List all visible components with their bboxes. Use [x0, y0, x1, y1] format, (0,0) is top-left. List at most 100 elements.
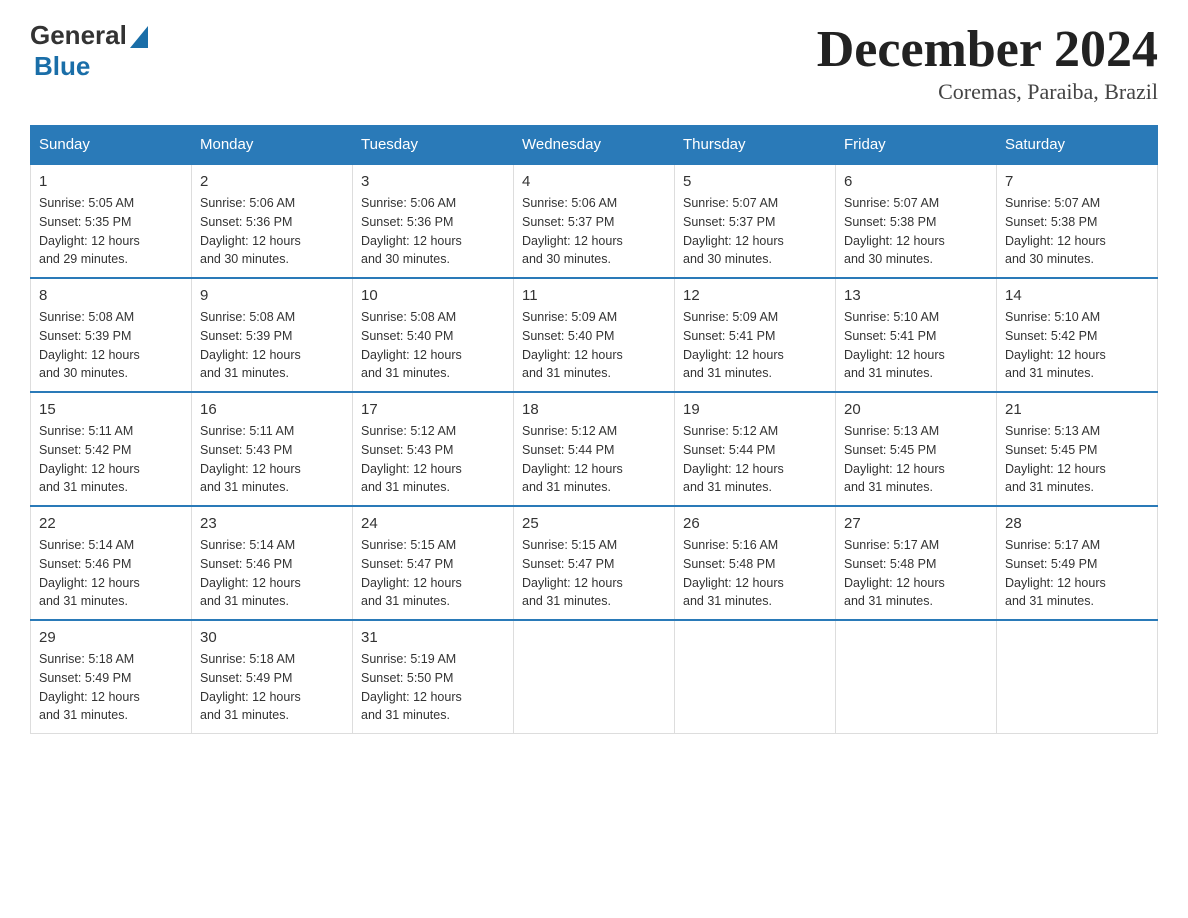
calendar-cell: 4 Sunrise: 5:06 AMSunset: 5:37 PMDayligh… [514, 164, 675, 278]
column-header-thursday: Thursday [675, 126, 836, 165]
day-info: Sunrise: 5:09 AMSunset: 5:41 PMDaylight:… [683, 308, 827, 383]
calendar-header-row: SundayMondayTuesdayWednesdayThursdayFrid… [31, 126, 1158, 165]
calendar-cell: 26 Sunrise: 5:16 AMSunset: 5:48 PMDaylig… [675, 506, 836, 620]
logo-general-text: General [30, 20, 127, 51]
calendar-cell: 15 Sunrise: 5:11 AMSunset: 5:42 PMDaylig… [31, 392, 192, 506]
calendar-cell [675, 620, 836, 734]
day-number: 21 [1005, 401, 1149, 418]
day-number: 4 [522, 173, 666, 190]
day-info: Sunrise: 5:12 AMSunset: 5:44 PMDaylight:… [683, 422, 827, 497]
column-header-sunday: Sunday [31, 126, 192, 165]
page-header: General Blue December 2024 Coremas, Para… [30, 20, 1158, 105]
calendar-week-row: 8 Sunrise: 5:08 AMSunset: 5:39 PMDayligh… [31, 278, 1158, 392]
calendar-cell: 23 Sunrise: 5:14 AMSunset: 5:46 PMDaylig… [192, 506, 353, 620]
day-info: Sunrise: 5:07 AMSunset: 5:37 PMDaylight:… [683, 194, 827, 269]
calendar-cell: 13 Sunrise: 5:10 AMSunset: 5:41 PMDaylig… [836, 278, 997, 392]
calendar-cell: 18 Sunrise: 5:12 AMSunset: 5:44 PMDaylig… [514, 392, 675, 506]
day-info: Sunrise: 5:11 AMSunset: 5:42 PMDaylight:… [39, 422, 183, 497]
column-header-tuesday: Tuesday [353, 126, 514, 165]
calendar-week-row: 22 Sunrise: 5:14 AMSunset: 5:46 PMDaylig… [31, 506, 1158, 620]
calendar-table: SundayMondayTuesdayWednesdayThursdayFrid… [30, 125, 1158, 734]
day-info: Sunrise: 5:19 AMSunset: 5:50 PMDaylight:… [361, 650, 505, 725]
calendar-cell: 24 Sunrise: 5:15 AMSunset: 5:47 PMDaylig… [353, 506, 514, 620]
calendar-cell: 11 Sunrise: 5:09 AMSunset: 5:40 PMDaylig… [514, 278, 675, 392]
calendar-cell: 5 Sunrise: 5:07 AMSunset: 5:37 PMDayligh… [675, 164, 836, 278]
day-number: 30 [200, 629, 344, 646]
page-subtitle: Coremas, Paraiba, Brazil [817, 79, 1158, 105]
calendar-cell: 22 Sunrise: 5:14 AMSunset: 5:46 PMDaylig… [31, 506, 192, 620]
day-info: Sunrise: 5:08 AMSunset: 5:39 PMDaylight:… [200, 308, 344, 383]
logo-triangle-icon [130, 26, 148, 48]
day-number: 2 [200, 173, 344, 190]
calendar-cell [514, 620, 675, 734]
day-info: Sunrise: 5:14 AMSunset: 5:46 PMDaylight:… [200, 536, 344, 611]
day-info: Sunrise: 5:18 AMSunset: 5:49 PMDaylight:… [39, 650, 183, 725]
calendar-cell: 20 Sunrise: 5:13 AMSunset: 5:45 PMDaylig… [836, 392, 997, 506]
calendar-cell: 8 Sunrise: 5:08 AMSunset: 5:39 PMDayligh… [31, 278, 192, 392]
day-number: 18 [522, 401, 666, 418]
day-number: 1 [39, 173, 183, 190]
day-number: 17 [361, 401, 505, 418]
logo-blue-text: Blue [34, 51, 90, 81]
day-info: Sunrise: 5:07 AMSunset: 5:38 PMDaylight:… [844, 194, 988, 269]
day-info: Sunrise: 5:17 AMSunset: 5:48 PMDaylight:… [844, 536, 988, 611]
day-info: Sunrise: 5:10 AMSunset: 5:42 PMDaylight:… [1005, 308, 1149, 383]
day-number: 13 [844, 287, 988, 304]
calendar-cell: 27 Sunrise: 5:17 AMSunset: 5:48 PMDaylig… [836, 506, 997, 620]
day-number: 27 [844, 515, 988, 532]
day-info: Sunrise: 5:15 AMSunset: 5:47 PMDaylight:… [361, 536, 505, 611]
title-block: December 2024 Coremas, Paraiba, Brazil [817, 20, 1158, 105]
calendar-cell: 6 Sunrise: 5:07 AMSunset: 5:38 PMDayligh… [836, 164, 997, 278]
day-info: Sunrise: 5:14 AMSunset: 5:46 PMDaylight:… [39, 536, 183, 611]
day-info: Sunrise: 5:06 AMSunset: 5:36 PMDaylight:… [361, 194, 505, 269]
calendar-cell: 1 Sunrise: 5:05 AMSunset: 5:35 PMDayligh… [31, 164, 192, 278]
calendar-cell: 28 Sunrise: 5:17 AMSunset: 5:49 PMDaylig… [997, 506, 1158, 620]
day-number: 5 [683, 173, 827, 190]
calendar-cell: 10 Sunrise: 5:08 AMSunset: 5:40 PMDaylig… [353, 278, 514, 392]
calendar-week-row: 15 Sunrise: 5:11 AMSunset: 5:42 PMDaylig… [31, 392, 1158, 506]
day-number: 24 [361, 515, 505, 532]
day-info: Sunrise: 5:10 AMSunset: 5:41 PMDaylight:… [844, 308, 988, 383]
day-number: 25 [522, 515, 666, 532]
day-number: 19 [683, 401, 827, 418]
day-number: 16 [200, 401, 344, 418]
day-number: 6 [844, 173, 988, 190]
calendar-cell: 7 Sunrise: 5:07 AMSunset: 5:38 PMDayligh… [997, 164, 1158, 278]
day-number: 22 [39, 515, 183, 532]
day-info: Sunrise: 5:13 AMSunset: 5:45 PMDaylight:… [1005, 422, 1149, 497]
day-info: Sunrise: 5:12 AMSunset: 5:43 PMDaylight:… [361, 422, 505, 497]
calendar-cell: 16 Sunrise: 5:11 AMSunset: 5:43 PMDaylig… [192, 392, 353, 506]
day-number: 14 [1005, 287, 1149, 304]
column-header-saturday: Saturday [997, 126, 1158, 165]
day-info: Sunrise: 5:08 AMSunset: 5:39 PMDaylight:… [39, 308, 183, 383]
logo: General Blue [30, 20, 148, 82]
day-info: Sunrise: 5:08 AMSunset: 5:40 PMDaylight:… [361, 308, 505, 383]
day-info: Sunrise: 5:06 AMSunset: 5:36 PMDaylight:… [200, 194, 344, 269]
day-number: 9 [200, 287, 344, 304]
day-number: 8 [39, 287, 183, 304]
day-number: 28 [1005, 515, 1149, 532]
column-header-monday: Monday [192, 126, 353, 165]
day-number: 31 [361, 629, 505, 646]
day-number: 3 [361, 173, 505, 190]
day-number: 7 [1005, 173, 1149, 190]
calendar-cell: 21 Sunrise: 5:13 AMSunset: 5:45 PMDaylig… [997, 392, 1158, 506]
day-info: Sunrise: 5:12 AMSunset: 5:44 PMDaylight:… [522, 422, 666, 497]
day-info: Sunrise: 5:06 AMSunset: 5:37 PMDaylight:… [522, 194, 666, 269]
day-info: Sunrise: 5:09 AMSunset: 5:40 PMDaylight:… [522, 308, 666, 383]
day-number: 12 [683, 287, 827, 304]
day-info: Sunrise: 5:17 AMSunset: 5:49 PMDaylight:… [1005, 536, 1149, 611]
day-info: Sunrise: 5:07 AMSunset: 5:38 PMDaylight:… [1005, 194, 1149, 269]
day-info: Sunrise: 5:15 AMSunset: 5:47 PMDaylight:… [522, 536, 666, 611]
day-number: 11 [522, 287, 666, 304]
calendar-cell: 2 Sunrise: 5:06 AMSunset: 5:36 PMDayligh… [192, 164, 353, 278]
day-number: 15 [39, 401, 183, 418]
calendar-cell [997, 620, 1158, 734]
day-info: Sunrise: 5:18 AMSunset: 5:49 PMDaylight:… [200, 650, 344, 725]
calendar-week-row: 1 Sunrise: 5:05 AMSunset: 5:35 PMDayligh… [31, 164, 1158, 278]
calendar-cell: 19 Sunrise: 5:12 AMSunset: 5:44 PMDaylig… [675, 392, 836, 506]
calendar-cell: 30 Sunrise: 5:18 AMSunset: 5:49 PMDaylig… [192, 620, 353, 734]
page-title: December 2024 [817, 20, 1158, 79]
day-number: 23 [200, 515, 344, 532]
day-number: 20 [844, 401, 988, 418]
